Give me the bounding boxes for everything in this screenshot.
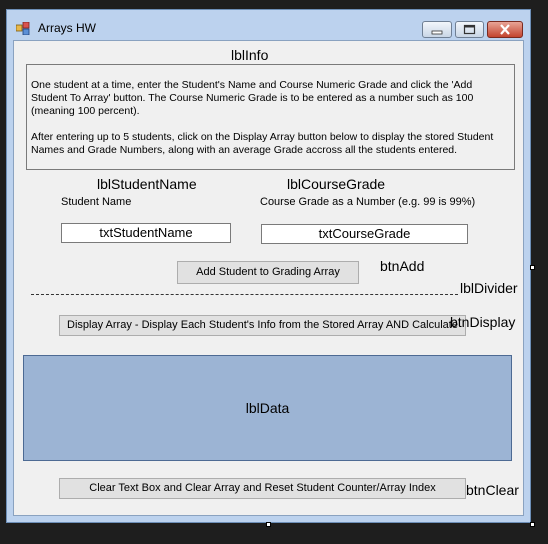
btnadd-design-name: btnAdd [380, 258, 425, 274]
clear-button[interactable]: Clear Text Box and Clear Array and Reset… [59, 478, 466, 499]
close-icon [500, 24, 510, 35]
btndisplay-design-name: btnDisplay [450, 314, 516, 330]
course-grade-input[interactable]: txtCourseGrade [261, 224, 468, 244]
display-array-button[interactable]: Display Array - Display Each Student's I… [59, 315, 466, 336]
maximize-button[interactable] [455, 21, 484, 38]
resize-handle-corner[interactable] [530, 522, 535, 527]
info-paragraph-1: One student at a time, enter the Student… [31, 79, 474, 117]
maximize-icon [463, 24, 476, 35]
minimize-button[interactable] [422, 21, 452, 38]
app-icon [16, 22, 30, 35]
window-title: Arrays HW [38, 21, 96, 35]
lblcoursegrade-design-name: lblCourseGrade [287, 176, 386, 192]
data-output-panel: lblData [23, 355, 512, 461]
close-button[interactable] [487, 21, 523, 38]
btnclear-design-name: btnClear [466, 482, 519, 498]
lbldata-design-name: lblData [245, 400, 290, 416]
resize-handle-bottom[interactable] [266, 522, 271, 527]
lblinfo-design-name: lblInfo [231, 47, 269, 63]
course-grade-caption: Course Grade as a Number (e.g. 99 is 99%… [260, 196, 476, 208]
resize-handle-right[interactable] [530, 265, 535, 270]
minimize-icon [431, 30, 443, 35]
add-student-button[interactable]: Add Student to Grading Array [177, 261, 359, 284]
student-name-caption: Student Name [61, 196, 132, 208]
student-name-input[interactable]: txtStudentName [61, 223, 231, 243]
info-paragraph-2: After entering up to 5 students, click o… [31, 131, 494, 156]
lblstudentname-design-name: lblStudentName [97, 176, 197, 192]
divider-line [31, 294, 458, 295]
lbldivider-design-name: lblDivider [460, 280, 518, 296]
